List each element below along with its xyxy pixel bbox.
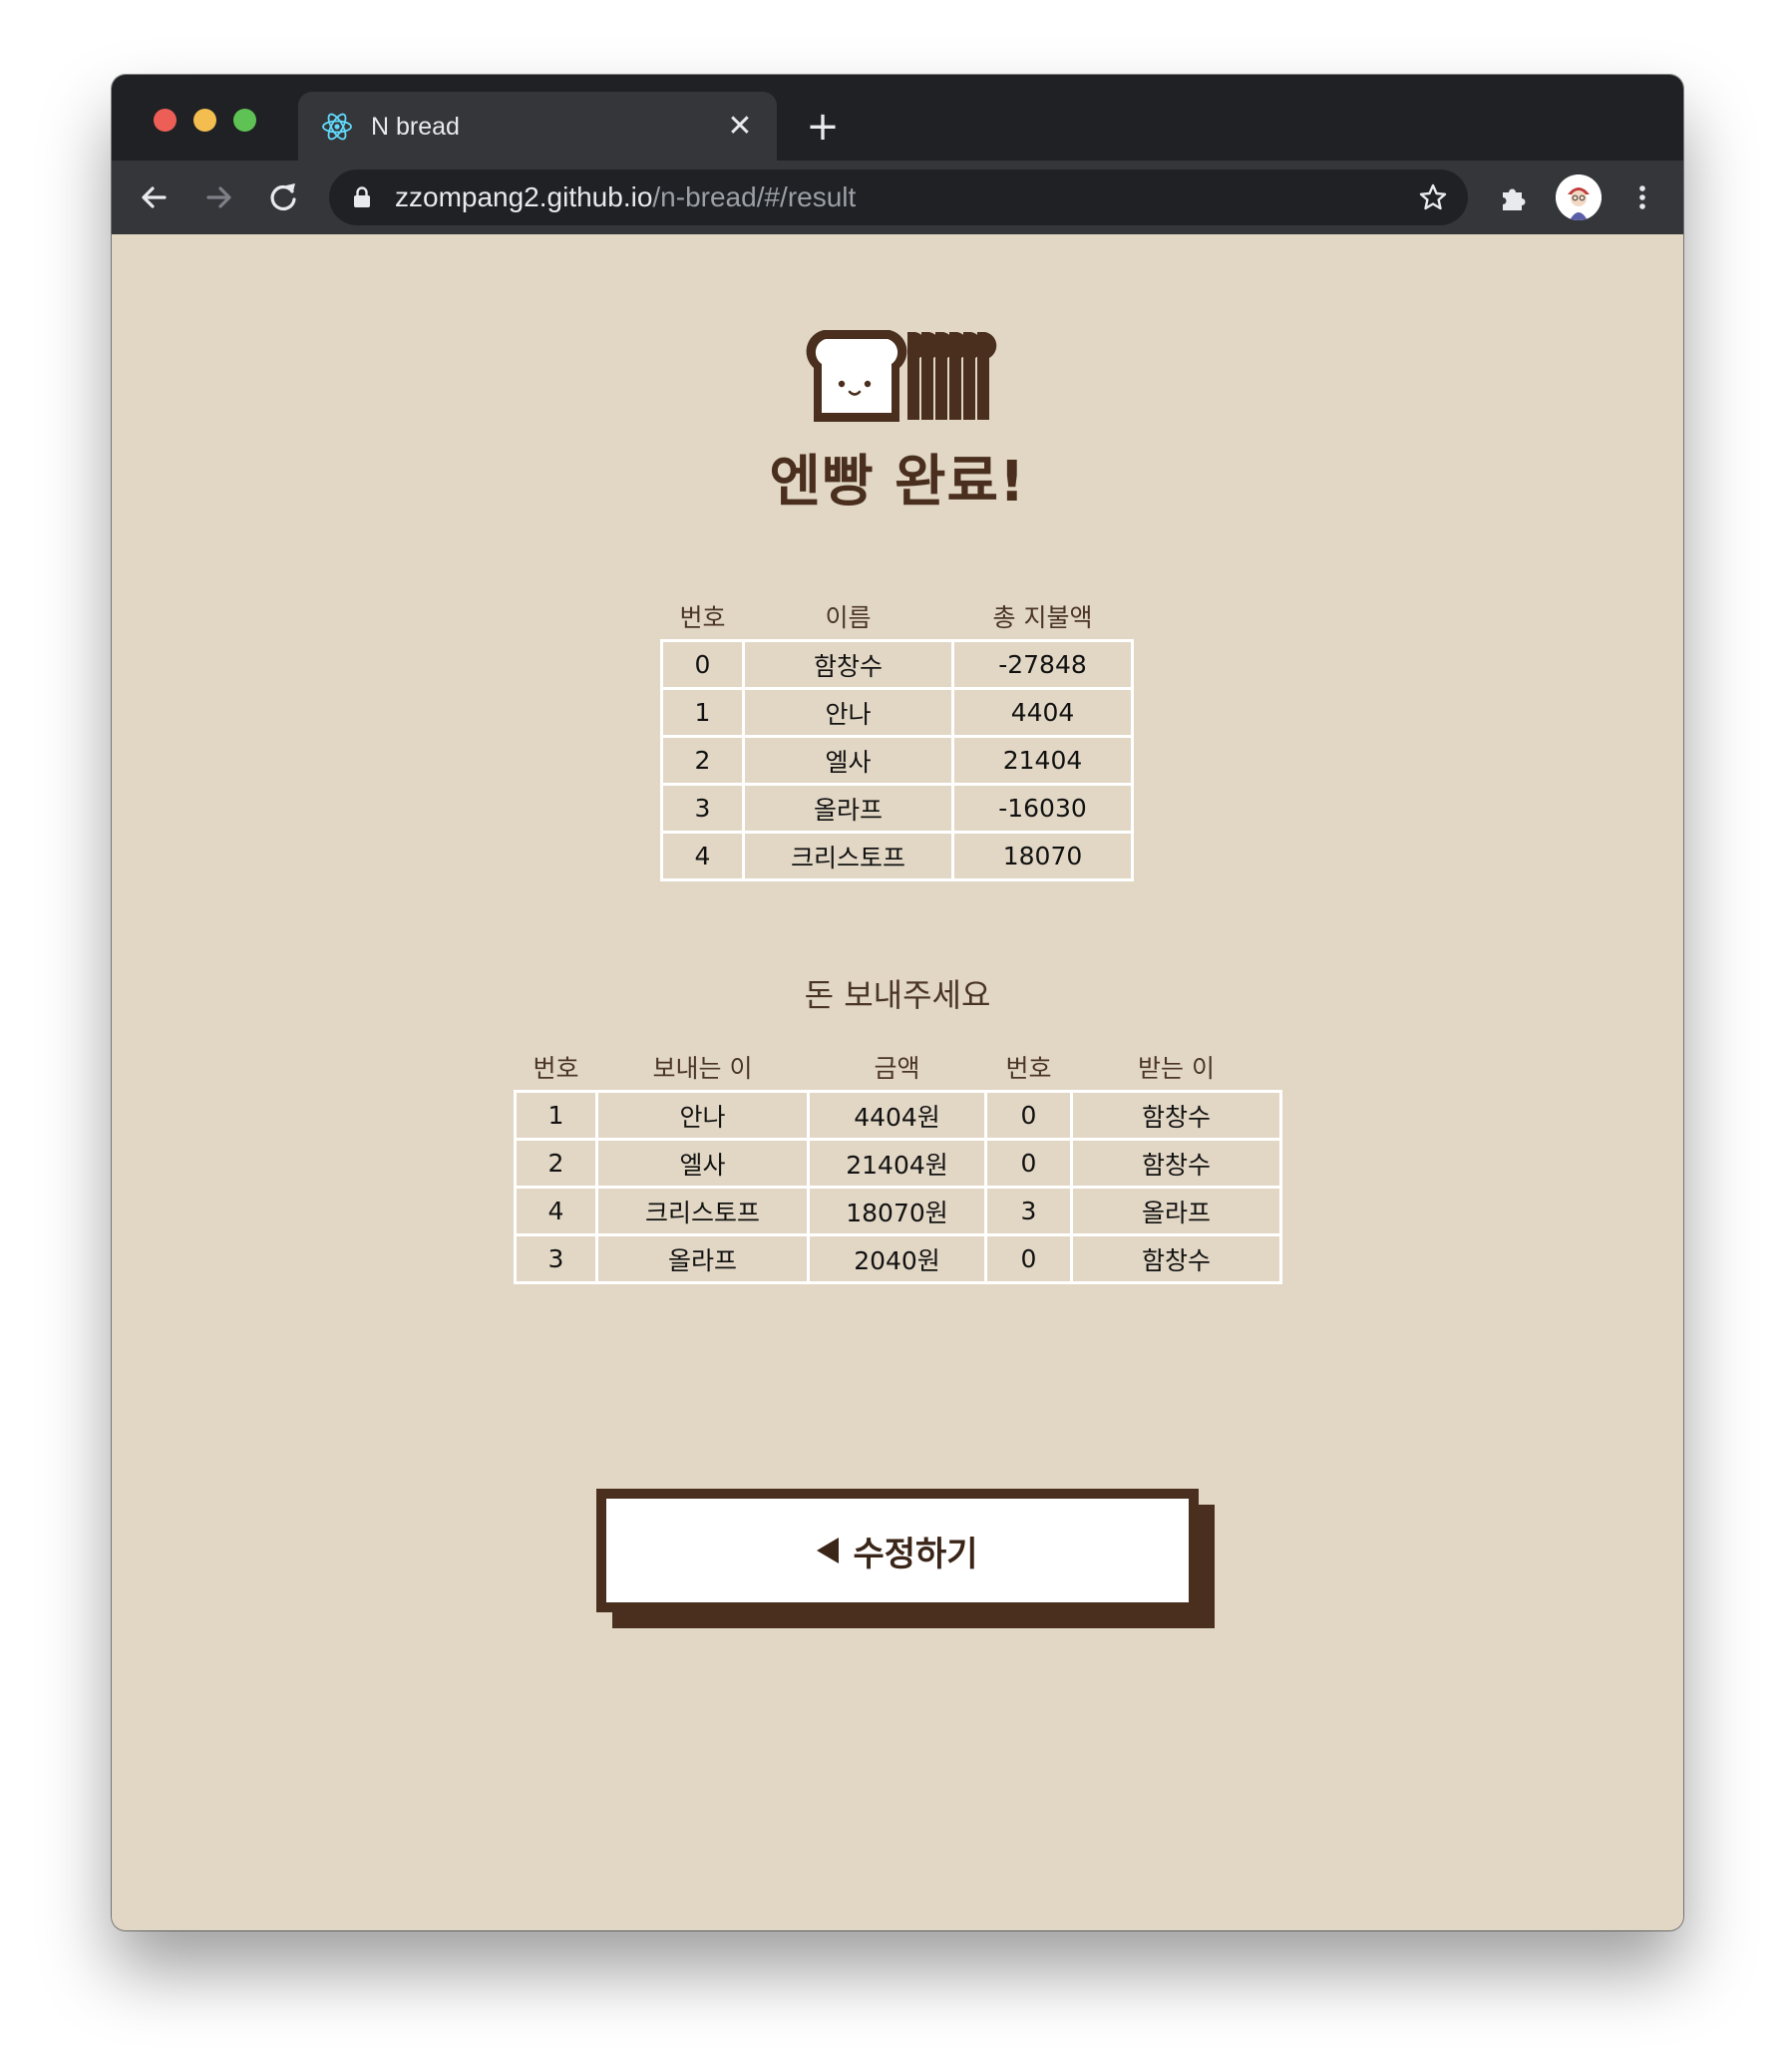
cell-number: 1 xyxy=(660,687,745,738)
cell-sender-number: 1 xyxy=(514,1090,598,1141)
maximize-window-button[interactable] xyxy=(233,109,256,132)
cell-amount: 2040원 xyxy=(807,1233,987,1284)
transfer-table: 번호 보내는 이 금액 번호 받는 이 1 안나 4404원 0 함창수 2 엘 xyxy=(514,1044,1282,1284)
cell-amount: 4404원 xyxy=(807,1090,987,1141)
col-header-number: 번호 xyxy=(679,603,726,632)
bread-logo-icon xyxy=(806,330,997,422)
summary-table: 번호 이름 총 지불액 0 함창수 -27848 1 안나 4404 2 엘사 … xyxy=(660,593,1134,881)
cell-sender: 안나 xyxy=(595,1090,810,1141)
edit-button[interactable]: 수정하기 xyxy=(596,1489,1215,1628)
table-row: 3 올라프 -16030 xyxy=(660,783,1134,834)
col-header-receiver-number: 번호 xyxy=(1005,1054,1052,1083)
cell-sender-number: 3 xyxy=(514,1233,598,1284)
cell-sender: 엘사 xyxy=(595,1138,810,1189)
close-window-button[interactable] xyxy=(154,109,177,132)
reload-icon[interactable] xyxy=(262,176,304,218)
cell-receiver: 함창수 xyxy=(1070,1138,1282,1189)
cell-receiver-number: 0 xyxy=(984,1233,1073,1284)
page-content: 엔빵 완료! 번호 이름 총 지불액 0 함창수 -27848 1 안나 440… xyxy=(112,234,1683,1930)
col-header-sender: 보내는 이 xyxy=(652,1054,753,1083)
forward-arrow-icon[interactable] xyxy=(197,176,239,218)
tab-bar: N bread ✕ + xyxy=(112,75,1683,161)
minimize-window-button[interactable] xyxy=(193,109,216,132)
cell-name: 엘사 xyxy=(742,735,954,786)
transfer-header-row: 번호 보내는 이 금액 번호 받는 이 xyxy=(516,1044,1281,1092)
url-path: /n-bread/#/result xyxy=(652,181,857,212)
table-row: 3 올라프 2040원 0 함창수 xyxy=(514,1233,1282,1284)
react-icon xyxy=(322,113,352,141)
profile-avatar[interactable] xyxy=(1556,174,1602,220)
col-header-name: 이름 xyxy=(825,603,872,632)
url-host: zzompang2.github.io xyxy=(395,181,653,212)
table-row: 2 엘사 21404 xyxy=(660,735,1134,786)
cell-name: 크리스토프 xyxy=(742,831,954,881)
cell-sender-number: 4 xyxy=(514,1186,598,1236)
url-text: zzompang2.github.io/n-bread/#/result xyxy=(395,170,856,225)
lock-icon xyxy=(354,186,370,207)
send-money-heading: 돈 보내주세요 xyxy=(804,976,991,1014)
avatar-icon xyxy=(1556,174,1602,220)
cell-receiver: 함창수 xyxy=(1070,1090,1282,1141)
summary-header-row: 번호 이름 총 지불액 xyxy=(662,593,1133,641)
table-row: 4 크리스토프 18070 xyxy=(660,831,1134,881)
tab-title: N bread xyxy=(371,113,460,141)
cell-number: 4 xyxy=(660,831,745,881)
table-row: 1 안나 4404원 0 함창수 xyxy=(514,1090,1282,1141)
cell-total: 21404 xyxy=(951,735,1134,786)
cell-receiver: 함창수 xyxy=(1070,1233,1282,1284)
cell-number: 0 xyxy=(660,639,745,690)
cell-amount: 18070원 xyxy=(807,1186,987,1236)
cell-number: 3 xyxy=(660,783,745,834)
cell-receiver-number: 0 xyxy=(984,1090,1073,1141)
page-title: 엔빵 완료! xyxy=(769,450,1026,515)
cell-sender-number: 2 xyxy=(514,1138,598,1189)
back-arrow-icon[interactable] xyxy=(134,176,176,218)
close-tab-icon[interactable]: ✕ xyxy=(723,110,757,144)
cell-name: 안나 xyxy=(742,687,954,738)
edit-button-face[interactable]: 수정하기 xyxy=(596,1489,1199,1612)
table-row: 4 크리스토프 18070원 3 올라프 xyxy=(514,1186,1282,1236)
edit-button-content: 수정하기 xyxy=(606,1499,1189,1602)
cell-name: 올라프 xyxy=(742,783,954,834)
new-tab-icon[interactable]: + xyxy=(803,107,843,149)
address-bar[interactable]: zzompang2.github.io/n-bread/#/result xyxy=(329,170,1468,225)
col-header-amount: 금액 xyxy=(874,1054,920,1083)
extensions-puzzle-icon[interactable] xyxy=(1498,180,1532,214)
browser-toolbar: zzompang2.github.io/n-bread/#/result xyxy=(112,161,1683,235)
cell-receiver-number: 0 xyxy=(984,1138,1073,1189)
cell-number: 2 xyxy=(660,735,745,786)
table-row: 0 함창수 -27848 xyxy=(660,639,1134,690)
cell-name: 함창수 xyxy=(742,639,954,690)
more-vert-icon[interactable] xyxy=(1625,180,1659,214)
table-row: 2 엘사 21404원 0 함창수 xyxy=(514,1138,1282,1189)
tab-n-bread[interactable]: N bread ✕ xyxy=(298,92,777,161)
cell-total: 18070 xyxy=(951,831,1134,881)
bookmark-star-icon[interactable] xyxy=(1418,182,1448,212)
cell-receiver: 올라프 xyxy=(1070,1186,1282,1236)
col-header-receiver: 받는 이 xyxy=(1138,1054,1215,1083)
cell-sender: 올라프 xyxy=(595,1233,810,1284)
cell-sender: 크리스토프 xyxy=(595,1186,810,1236)
triangle-left-icon xyxy=(817,1538,840,1563)
cell-total: 4404 xyxy=(951,687,1134,738)
cell-receiver-number: 3 xyxy=(984,1186,1073,1236)
col-header-sender-number: 번호 xyxy=(533,1054,579,1083)
cell-amount: 21404원 xyxy=(807,1138,987,1189)
col-header-total-paid: 총 지불액 xyxy=(992,603,1093,632)
table-row: 1 안나 4404 xyxy=(660,687,1134,738)
cell-total: -16030 xyxy=(951,783,1134,834)
browser-window: N bread ✕ + zzompang2.github.io/n-bread/… xyxy=(112,75,1683,1930)
cell-total: -27848 xyxy=(951,639,1134,690)
edit-button-label: 수정하기 xyxy=(853,1534,978,1574)
